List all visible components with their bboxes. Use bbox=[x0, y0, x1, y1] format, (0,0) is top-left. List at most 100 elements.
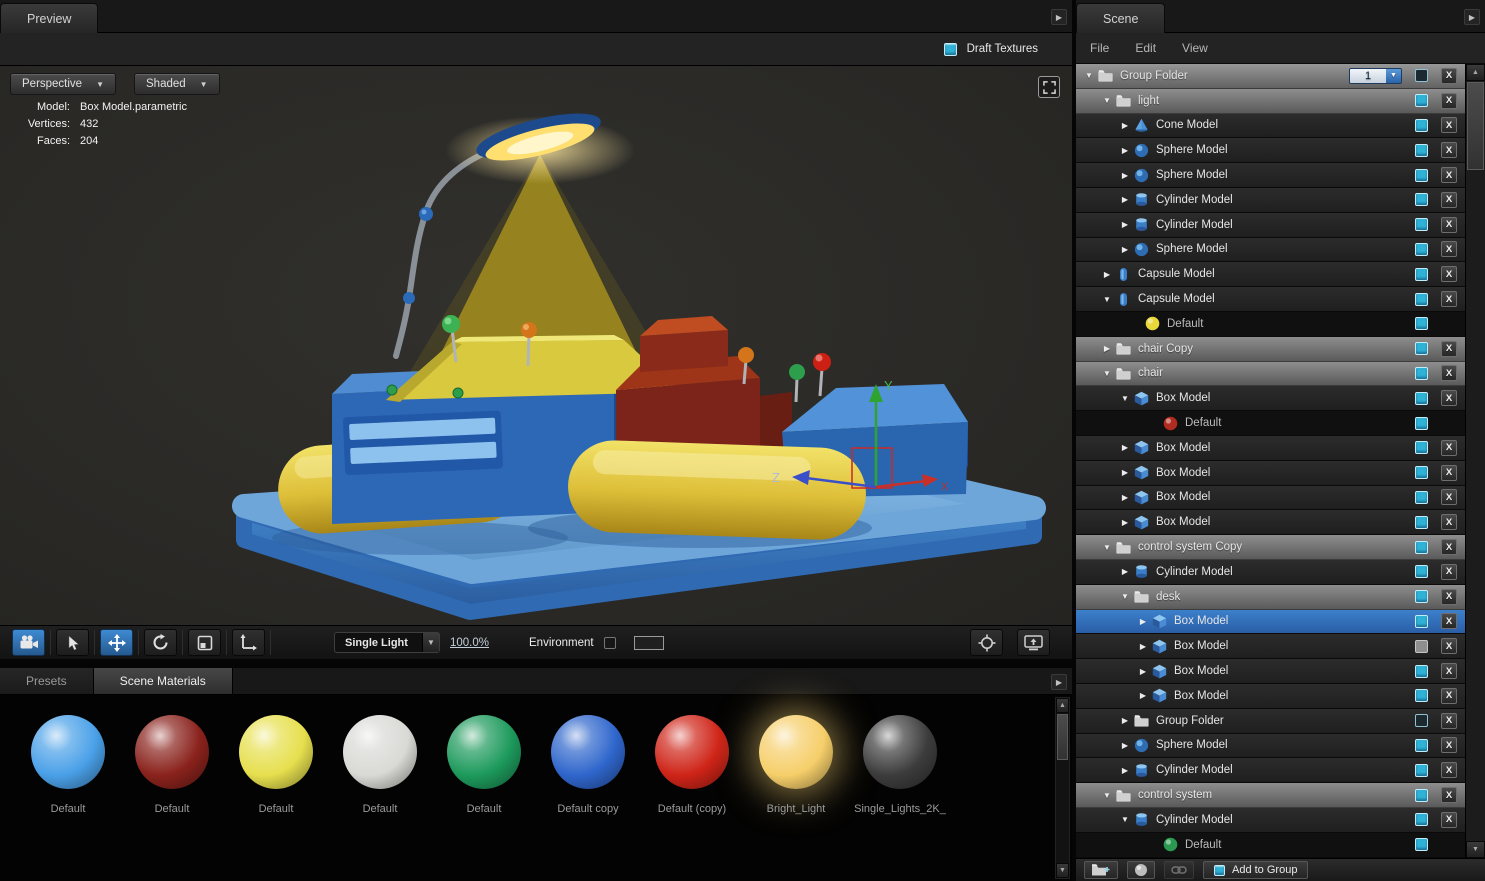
visibility-checkbox[interactable] bbox=[1415, 639, 1428, 653]
collapse-arrow-icon[interactable]: ▼ bbox=[1100, 791, 1114, 800]
tree-row-default[interactable]: Default bbox=[1076, 832, 1465, 858]
expand-arrow-icon[interactable]: ▶ bbox=[1118, 195, 1132, 204]
panel-expand-arrow-icon[interactable]: ▶ bbox=[1464, 9, 1480, 25]
material-sphere[interactable] bbox=[31, 715, 105, 789]
capsule-right[interactable] bbox=[566, 439, 867, 541]
delete-button[interactable]: X bbox=[1441, 291, 1457, 308]
tree-row-control-system[interactable]: ▼ control system X bbox=[1076, 783, 1465, 808]
tree-row-light[interactable]: ▼ light X bbox=[1076, 88, 1465, 114]
material-sphere[interactable] bbox=[655, 715, 729, 789]
material-tile[interactable]: Default bbox=[432, 707, 536, 815]
expand-arrow-icon[interactable]: ▶ bbox=[1118, 468, 1132, 477]
tree-row-box-model[interactable]: ▶ Box Model X bbox=[1076, 683, 1465, 709]
collapse-arrow-icon[interactable]: ▼ bbox=[1118, 394, 1132, 403]
visibility-checkbox[interactable] bbox=[1415, 664, 1428, 678]
visibility-checkbox[interactable] bbox=[1415, 242, 1428, 256]
visibility-checkbox[interactable] bbox=[1415, 118, 1428, 132]
tree-row-box-model[interactable]: ▶ Box Model X bbox=[1076, 659, 1465, 684]
visibility-checkbox[interactable] bbox=[1415, 143, 1428, 157]
visibility-checkbox[interactable] bbox=[1415, 94, 1428, 108]
visibility-checkbox[interactable] bbox=[1415, 515, 1428, 529]
expand-arrow-icon[interactable]: ▶ bbox=[1136, 667, 1150, 676]
tree-row-sphere-model[interactable]: ▶ Sphere Model X bbox=[1076, 163, 1465, 188]
fullscreen-button[interactable] bbox=[1038, 76, 1060, 98]
delete-button[interactable]: X bbox=[1441, 241, 1457, 258]
tree-row-group-folder[interactable]: ▼ Group Folder 1 ▼ X bbox=[1076, 64, 1465, 89]
tree-row-chair[interactable]: ▼ chair X bbox=[1076, 361, 1465, 387]
visibility-checkbox[interactable] bbox=[1415, 590, 1428, 604]
delete-button[interactable]: X bbox=[1441, 687, 1457, 704]
delete-button[interactable]: X bbox=[1441, 563, 1457, 580]
material-tile[interactable]: Bright_Light bbox=[744, 707, 848, 815]
environment-checkbox[interactable] bbox=[603, 636, 616, 649]
tree-row-cylinder-model[interactable]: ▶ Cylinder Model X bbox=[1076, 758, 1465, 784]
frame-tool-button[interactable] bbox=[188, 629, 221, 656]
menu-edit[interactable]: Edit bbox=[1135, 41, 1156, 55]
material-tile[interactable]: Default bbox=[120, 707, 224, 815]
delete-button[interactable]: X bbox=[1441, 142, 1457, 159]
tree-row-control-system-copy[interactable]: ▼ control system Copy X bbox=[1076, 535, 1465, 560]
add-to-group-button[interactable]: Add to Group bbox=[1203, 861, 1309, 879]
visibility-checkbox[interactable] bbox=[1415, 714, 1428, 728]
menu-view[interactable]: View bbox=[1182, 41, 1208, 55]
collapse-arrow-icon[interactable]: ▼ bbox=[1100, 369, 1114, 378]
delete-button[interactable]: X bbox=[1441, 811, 1457, 828]
tree-row-box-model[interactable]: ▶ Box Model X bbox=[1076, 460, 1465, 486]
delete-button[interactable]: X bbox=[1441, 266, 1457, 283]
delete-button[interactable]: X bbox=[1441, 762, 1457, 779]
expand-arrow-icon[interactable]: ▶ bbox=[1118, 146, 1132, 155]
tab-preview[interactable]: Preview bbox=[0, 3, 99, 33]
expand-arrow-icon[interactable]: ▶ bbox=[1118, 741, 1132, 750]
materials-scrollbar[interactable]: ▲ ▼ bbox=[1055, 697, 1070, 879]
light-mode-dropdown[interactable]: Single Light ▼ bbox=[334, 632, 440, 653]
tree-row-default[interactable]: Default bbox=[1076, 411, 1465, 436]
tab-presets[interactable]: Presets bbox=[0, 668, 94, 694]
expand-arrow-icon[interactable]: ▶ bbox=[1100, 270, 1114, 279]
new-material-button[interactable] bbox=[1127, 861, 1155, 879]
draft-textures-checkbox[interactable] bbox=[943, 42, 957, 56]
visibility-checkbox[interactable] bbox=[1415, 441, 1428, 455]
visibility-checkbox[interactable] bbox=[1415, 838, 1428, 852]
viewport-3d[interactable]: Y Z X Perspective ▼ Shaded ▼ Model: Box … bbox=[0, 66, 1072, 625]
shading-dropdown[interactable]: Shaded ▼ bbox=[134, 73, 220, 95]
zoom-level-link[interactable]: 100.0% bbox=[450, 637, 489, 649]
tree-row-group-folder[interactable]: ▶ Group Folder X bbox=[1076, 708, 1465, 734]
tree-row-cylinder-model[interactable]: ▶ Cylinder Model X bbox=[1076, 187, 1465, 213]
tree-row-default[interactable]: Default bbox=[1076, 311, 1465, 337]
delete-button[interactable]: X bbox=[1441, 539, 1457, 556]
delete-button[interactable]: X bbox=[1441, 712, 1457, 729]
delete-button[interactable]: X bbox=[1441, 737, 1457, 754]
delete-button[interactable]: X bbox=[1441, 365, 1457, 382]
link-button[interactable] bbox=[1164, 861, 1194, 879]
delete-button[interactable]: X bbox=[1441, 588, 1457, 605]
tab-scene-materials[interactable]: Scene Materials bbox=[93, 668, 233, 694]
material-sphere[interactable] bbox=[551, 715, 625, 789]
tree-row-sphere-model[interactable]: ▶ Sphere Model X bbox=[1076, 733, 1465, 759]
expand-arrow-icon[interactable]: ▶ bbox=[1118, 121, 1132, 130]
visibility-checkbox[interactable] bbox=[1415, 689, 1428, 703]
scroll-up-button[interactable]: ▲ bbox=[1056, 698, 1069, 713]
expand-arrow-icon[interactable]: ▶ bbox=[1100, 344, 1114, 353]
delete-button[interactable]: X bbox=[1441, 390, 1457, 407]
visibility-checkbox[interactable] bbox=[1415, 391, 1428, 405]
tree-row-cone-model[interactable]: ▶ Cone Model X bbox=[1076, 113, 1465, 139]
collapse-arrow-icon[interactable]: ▼ bbox=[1100, 96, 1114, 105]
expand-arrow-icon[interactable]: ▶ bbox=[1118, 567, 1132, 576]
tree-row-box-model[interactable]: ▶ Box Model X bbox=[1076, 485, 1465, 511]
tree-row-capsule-model[interactable]: ▼ Capsule Model X bbox=[1076, 287, 1465, 312]
select-tool-button[interactable] bbox=[56, 629, 89, 656]
tree-row-box-model[interactable]: ▶ Box Model X bbox=[1076, 435, 1465, 461]
material-tile[interactable]: Default bbox=[16, 707, 120, 815]
environment-color-swatch[interactable] bbox=[633, 635, 664, 650]
material-sphere[interactable] bbox=[135, 715, 209, 789]
display-output-button[interactable] bbox=[1017, 629, 1050, 656]
tree-row-sphere-model[interactable]: ▶ Sphere Model X bbox=[1076, 138, 1465, 164]
collapse-arrow-icon[interactable]: ▼ bbox=[1082, 71, 1096, 80]
visibility-checkbox[interactable] bbox=[1415, 788, 1428, 802]
tree-row-cylinder-model[interactable]: ▶ Cylinder Model X bbox=[1076, 559, 1465, 585]
expand-arrow-icon[interactable]: ▶ bbox=[1118, 518, 1132, 527]
delete-button[interactable]: X bbox=[1441, 439, 1457, 456]
tree-row-box-model[interactable]: ▶ Box Model X bbox=[1076, 634, 1465, 660]
material-tile[interactable]: Default copy bbox=[536, 707, 640, 815]
visibility-checkbox[interactable] bbox=[1415, 168, 1428, 182]
